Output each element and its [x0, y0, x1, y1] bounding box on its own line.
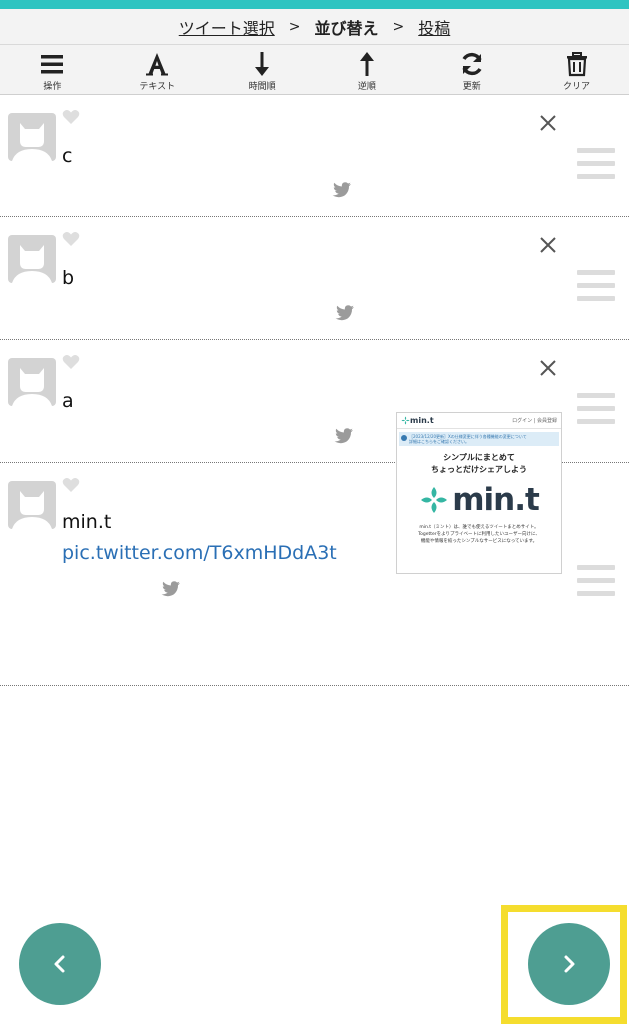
thumbnail-headline: シンプルにまとめて ちょっとだけシェアしよう	[397, 452, 561, 476]
tweet-row[interactable]: c	[0, 95, 629, 217]
menu-label: 操作	[43, 82, 62, 92]
arrow-up-icon	[359, 52, 374, 76]
thumbnail-brand: min.t	[397, 482, 561, 518]
heart-icon[interactable]	[62, 231, 80, 247]
twitter-bird-icon	[334, 428, 353, 444]
breadcrumb-separator-2: >	[392, 18, 405, 35]
sort-chronological-label: 時間順	[248, 82, 276, 92]
twitter-bird-icon	[332, 182, 351, 198]
thumbnail-brand-text: min.t	[452, 482, 540, 518]
thumbnail-notice-line2: 詳細はこちらをご確認ください。	[409, 439, 469, 444]
heart-icon[interactable]	[62, 354, 80, 370]
sort-reverse-label: 逆順	[357, 82, 376, 92]
next-button[interactable]	[528, 923, 610, 1005]
trash-icon	[566, 52, 587, 77]
close-icon[interactable]	[537, 357, 559, 379]
thumbnail-header: min.t ログイン | 会員登録	[397, 413, 561, 429]
default-avatar-icon	[8, 358, 56, 406]
thumbnail-login-text: ログイン | 会員登録	[512, 418, 557, 424]
mint-logo-icon	[401, 416, 410, 425]
thumbnail-desc-line1: min.t（ミント）は、誰でも使えるツイートまとめサイト。	[419, 525, 539, 530]
default-avatar-icon	[8, 235, 56, 283]
thumbnail-site-logo: min.t	[410, 416, 434, 425]
drag-handle[interactable]	[577, 393, 615, 425]
default-avatar-icon	[8, 113, 56, 161]
drag-handle[interactable]	[577, 565, 615, 597]
breadcrumb-post[interactable]: 投稿	[418, 15, 450, 39]
clear-label: クリア	[563, 82, 591, 92]
twitter-bird-icon	[335, 305, 354, 321]
twitter-bird-icon	[161, 581, 180, 597]
avatar	[8, 481, 56, 529]
tweet-text: min.t	[62, 511, 112, 533]
thumbnail-notice: ［2023/12/20更新］Xの仕様変更に伴う各種機能の変更について 詳細はこち…	[399, 432, 559, 446]
drag-handle[interactable]	[577, 270, 615, 302]
sort-chronological-button[interactable]: 時間順	[210, 45, 315, 94]
close-icon[interactable]	[537, 112, 559, 134]
tweet-link[interactable]: pic.twitter.com/T6xmHDdA3t	[62, 542, 337, 564]
text-label: テキスト	[139, 82, 176, 92]
chevron-right-icon	[564, 955, 575, 973]
avatar	[8, 358, 56, 406]
text-icon	[146, 53, 169, 76]
breadcrumb-separator-1: >	[288, 18, 301, 35]
thumbnail-headline-line2: ちょっとだけシェアしよう	[431, 465, 527, 474]
chevron-left-icon	[54, 955, 65, 973]
toolbar: 操作 テキスト 時間順 逆順 更新 クリア	[0, 45, 629, 95]
prev-button[interactable]	[19, 923, 101, 1005]
tweet-text: b	[62, 267, 75, 289]
close-icon[interactable]	[537, 234, 559, 256]
tweet-text: a	[62, 390, 74, 412]
avatar	[8, 113, 56, 161]
sort-reverse-button[interactable]: 逆順	[314, 45, 419, 94]
refresh-icon	[462, 52, 482, 76]
thumbnail-desc-line2: Togetterをよりプライベートに利用したいユーザー向けに、	[418, 532, 540, 537]
link-preview-thumbnail[interactable]: min.t ログイン | 会員登録 ［2023/12/20更新］Xの仕様変更に伴…	[396, 412, 562, 574]
top-accent-bar	[0, 0, 629, 9]
menu-button[interactable]: 操作	[0, 45, 105, 94]
refresh-button[interactable]: 更新	[419, 45, 524, 94]
tweet-list: c b a min.t pic.twitter.com/T6xmHDdA3t	[0, 95, 629, 686]
thumbnail-headline-line1: シンプルにまとめて	[443, 453, 515, 462]
text-button[interactable]: テキスト	[105, 45, 210, 94]
drag-handle[interactable]	[577, 148, 615, 180]
breadcrumb-tweet-select[interactable]: ツイート選択	[179, 15, 275, 39]
heart-icon[interactable]	[62, 477, 80, 493]
breadcrumb-reorder: 並び替え	[314, 18, 379, 38]
clear-button[interactable]: クリア	[524, 45, 629, 94]
refresh-label: 更新	[462, 82, 481, 92]
mint-brand-icon	[421, 487, 448, 513]
tweet-row[interactable]: b	[0, 217, 629, 340]
menu-icon	[41, 55, 64, 74]
avatar	[8, 235, 56, 283]
thumbnail-desc-line3: 機能や情報を絞ったシンプルなサービスになっています。	[420, 539, 538, 544]
thumbnail-description: min.t（ミント）は、誰でも使えるツイートまとめサイト。 Togetterをよ…	[397, 524, 561, 545]
breadcrumb: ツイート選択 > 並び替え > 投稿	[0, 9, 629, 45]
tweet-text: c	[62, 145, 73, 167]
heart-icon[interactable]	[62, 109, 80, 125]
arrow-down-icon	[255, 52, 270, 76]
default-avatar-icon	[8, 481, 56, 529]
